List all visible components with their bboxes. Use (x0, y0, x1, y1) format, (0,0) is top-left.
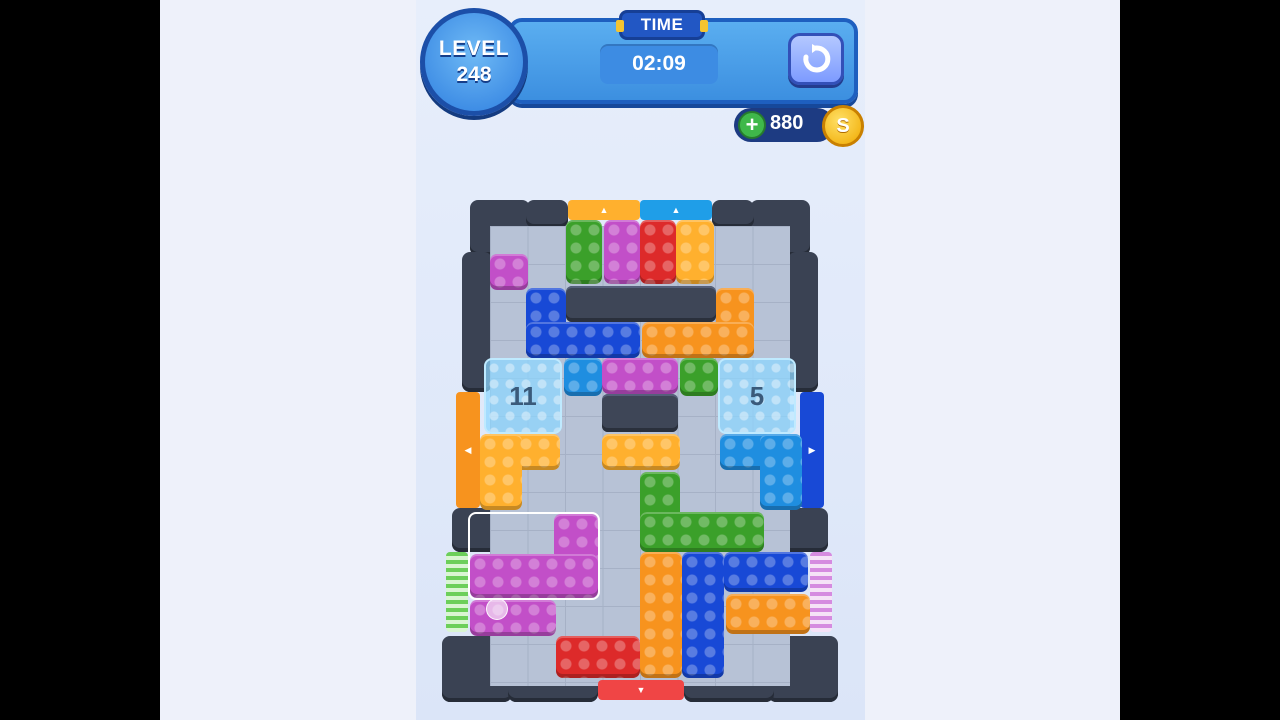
block-purple-mid[interactable] (602, 358, 678, 394)
block-red-top[interactable] (640, 220, 676, 284)
block-purple-top[interactable] (604, 220, 640, 284)
block-green-small[interactable] (680, 358, 718, 396)
exit-gate-red: ▼ (598, 680, 684, 700)
letterbox-left (0, 0, 160, 720)
touch-indicator (486, 598, 508, 620)
ice-counter-11: 11 (509, 380, 537, 411)
block-yellow-center[interactable] (602, 434, 680, 470)
block-orange-right[interactable] (726, 594, 810, 634)
ice-block-11[interactable]: 11 (484, 358, 562, 434)
block-blue-l-lower[interactable] (526, 322, 640, 358)
frame-top-right (712, 200, 754, 228)
block-orange-column[interactable] (640, 552, 682, 678)
block-sky-l-stem[interactable] (760, 434, 802, 510)
block-yellow-l-stem[interactable] (480, 434, 522, 510)
ice-counter-5: 5 (749, 380, 765, 411)
exit-gate-orange: ◀ (456, 392, 480, 508)
game-screen: LEVEL 248 TIME 02:09 + 880 S ▲ ▲ ◀ ▶ ▼ 1… (416, 0, 865, 720)
wall-top-center (566, 286, 716, 322)
block-purple-small[interactable] (490, 254, 528, 290)
exit-gate-yellow: ▲ (568, 200, 640, 220)
puzzle-board: ▲ ▲ ◀ ▶ ▼ 11 5 (416, 0, 865, 720)
block-green-top[interactable] (566, 220, 602, 284)
block-blue-column[interactable] (682, 552, 724, 678)
frame-top-left (526, 200, 568, 228)
block-green-l-base[interactable] (640, 512, 764, 552)
exit-gate-green (446, 552, 468, 632)
ice-block-5[interactable]: 5 (718, 358, 796, 434)
block-yellow-top[interactable] (676, 220, 714, 284)
block-red-bottom[interactable] (556, 636, 640, 678)
exit-gate-sky: ▲ (640, 200, 712, 220)
exit-gate-blue: ▶ (800, 392, 824, 508)
letterbox-right (1120, 0, 1280, 720)
block-purple-l-base[interactable] (470, 554, 598, 598)
block-sky-small[interactable] (564, 358, 602, 396)
block-orange-l-lower[interactable] (642, 322, 754, 358)
block-purple-bottom-left[interactable] (470, 600, 556, 636)
block-blue-right[interactable] (724, 552, 808, 592)
wall-center (602, 394, 678, 432)
exit-gate-purple (810, 552, 832, 632)
